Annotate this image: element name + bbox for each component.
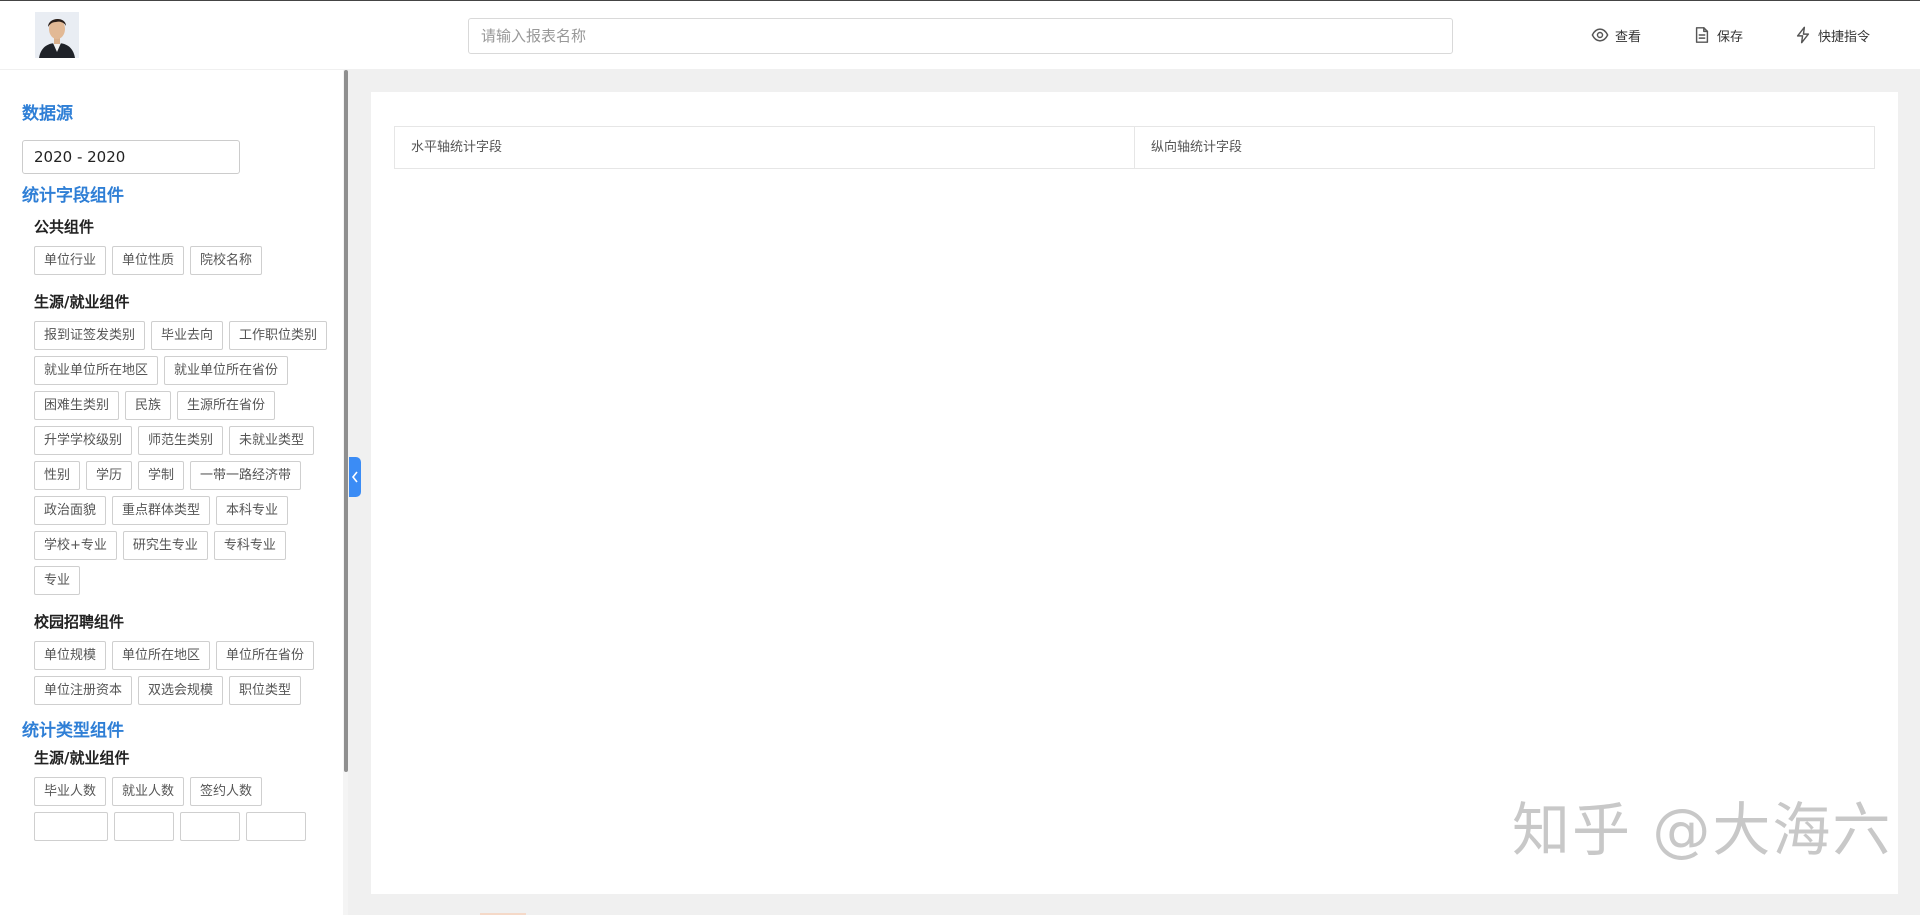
field-tag[interactable]: 单位规模 <box>34 641 107 670</box>
stat-field-title: 统计字段组件 <box>22 186 124 206</box>
tag-list-employment: 报到证签发类别 毕业去向 工作职位类别 就业单位所在地区 就业单位所在省份 困难… <box>34 321 334 595</box>
field-tag[interactable]: 一带一路经济带 <box>190 461 302 490</box>
field-tag[interactable]: 单位注册资本 <box>34 676 133 705</box>
sidebar-collapse-button[interactable] <box>349 457 361 497</box>
view-tool[interactable]: 查看 <box>1591 1 1641 69</box>
field-tag[interactable]: 单位行业 <box>34 246 107 275</box>
field-tag[interactable]: 就业单位所在地区 <box>34 356 159 385</box>
report-name-input[interactable] <box>468 18 1453 54</box>
field-tag[interactable]: 政治面貌 <box>34 496 107 525</box>
sidebar-content: 数据源 2020 - 2020 统计字段组件 公共组件 单位行业 单位性质 院校… <box>0 70 340 841</box>
field-tag[interactable]: 重点群体类型 <box>112 496 211 525</box>
view-label: 查看 <box>1615 29 1642 45</box>
field-tag[interactable]: 困难生类别 <box>34 391 120 420</box>
type-tag[interactable] <box>180 812 240 841</box>
field-tag[interactable]: 报到证签发类别 <box>34 321 146 350</box>
field-tag[interactable]: 单位所在地区 <box>112 641 211 670</box>
type-tag[interactable] <box>246 812 306 841</box>
component-sidebar: 数据源 2020 - 2020 统计字段组件 公共组件 单位行业 单位性质 院校… <box>0 70 344 915</box>
field-tag[interactable]: 专业 <box>34 566 81 595</box>
axis-field-row: 水平轴统计字段 纵向轴统计字段 <box>394 126 1875 169</box>
field-tag[interactable]: 单位所在省份 <box>216 641 315 670</box>
group-title-employment: 生源/就业组件 <box>34 293 130 311</box>
field-tag[interactable]: 升学学校级别 <box>34 426 133 455</box>
field-tag[interactable]: 双选会规模 <box>138 676 224 705</box>
field-tag[interactable]: 性别 <box>34 461 81 490</box>
field-tag[interactable]: 专科专业 <box>213 531 286 560</box>
field-tag[interactable]: 本科专业 <box>216 496 289 525</box>
type-tag[interactable]: 毕业人数 <box>34 777 107 806</box>
avatar[interactable] <box>35 12 79 58</box>
save-button[interactable]: 保存 <box>1693 26 1743 45</box>
tag-list-recruit: 单位规模 单位所在地区 单位所在省份 单位注册资本 双选会规模 职位类型 <box>34 641 334 705</box>
top-header: 查看 保存 快捷指令 <box>0 1 1920 69</box>
field-tag[interactable]: 民族 <box>125 391 172 420</box>
tag-list-type-employment: 毕业人数 就业人数 签约人数 <box>34 777 334 841</box>
field-tag[interactable]: 院校名称 <box>190 246 263 275</box>
datasource-title: 数据源 <box>22 104 73 124</box>
type-tag[interactable] <box>34 812 108 841</box>
shortcut-button[interactable]: 快捷指令 <box>1794 26 1870 45</box>
type-tag[interactable] <box>114 812 174 841</box>
sidebar-scrollbar[interactable] <box>344 70 348 772</box>
field-tag[interactable]: 学历 <box>86 461 133 490</box>
horizontal-axis-dropzone[interactable]: 水平轴统计字段 <box>395 127 1134 168</box>
field-tag[interactable]: 师范生类别 <box>138 426 224 455</box>
field-tag[interactable]: 学制 <box>138 461 185 490</box>
field-tag[interactable]: 工作职位类别 <box>229 321 328 350</box>
type-tag[interactable]: 就业人数 <box>112 777 185 806</box>
save-label: 保存 <box>1717 29 1744 45</box>
field-tag[interactable]: 学校+专业 <box>34 531 117 560</box>
vertical-axis-dropzone[interactable]: 纵向轴统计字段 <box>1134 127 1874 168</box>
field-tag[interactable]: 职位类型 <box>229 676 302 705</box>
datasource-select[interactable]: 2020 - 2020 <box>22 140 240 174</box>
tag-list-public: 单位行业 单位性质 院校名称 <box>34 246 334 275</box>
field-tag[interactable]: 就业单位所在省份 <box>164 356 289 385</box>
field-tag[interactable]: 生源所在省份 <box>177 391 276 420</box>
field-tag[interactable]: 未就业类型 <box>229 426 315 455</box>
lightning-icon <box>1796 26 1810 44</box>
report-canvas: 水平轴统计字段 纵向轴统计字段 <box>371 92 1898 894</box>
chevron-left-icon <box>351 471 358 483</box>
document-icon <box>1695 27 1709 43</box>
save-tool[interactable]: 保存 <box>1693 1 1743 69</box>
shortcut-label: 快捷指令 <box>1818 29 1871 45</box>
type-group-title-employment: 生源/就业组件 <box>34 749 130 767</box>
avatar-image <box>35 12 79 58</box>
group-title-public: 公共组件 <box>34 218 95 236</box>
field-tag[interactable]: 毕业去向 <box>151 321 224 350</box>
view-button[interactable]: 查看 <box>1591 26 1641 45</box>
group-title-recruit: 校园招聘组件 <box>34 613 125 631</box>
stat-type-title: 统计类型组件 <box>22 721 124 741</box>
watermark-text: 知乎 @大海六 <box>1512 796 1893 864</box>
field-tag[interactable]: 单位性质 <box>112 246 185 275</box>
shortcut-tool[interactable]: 快捷指令 <box>1794 1 1870 69</box>
eye-icon <box>1591 28 1609 42</box>
field-tag[interactable]: 研究生专业 <box>122 531 208 560</box>
type-tag[interactable]: 签约人数 <box>190 777 263 806</box>
